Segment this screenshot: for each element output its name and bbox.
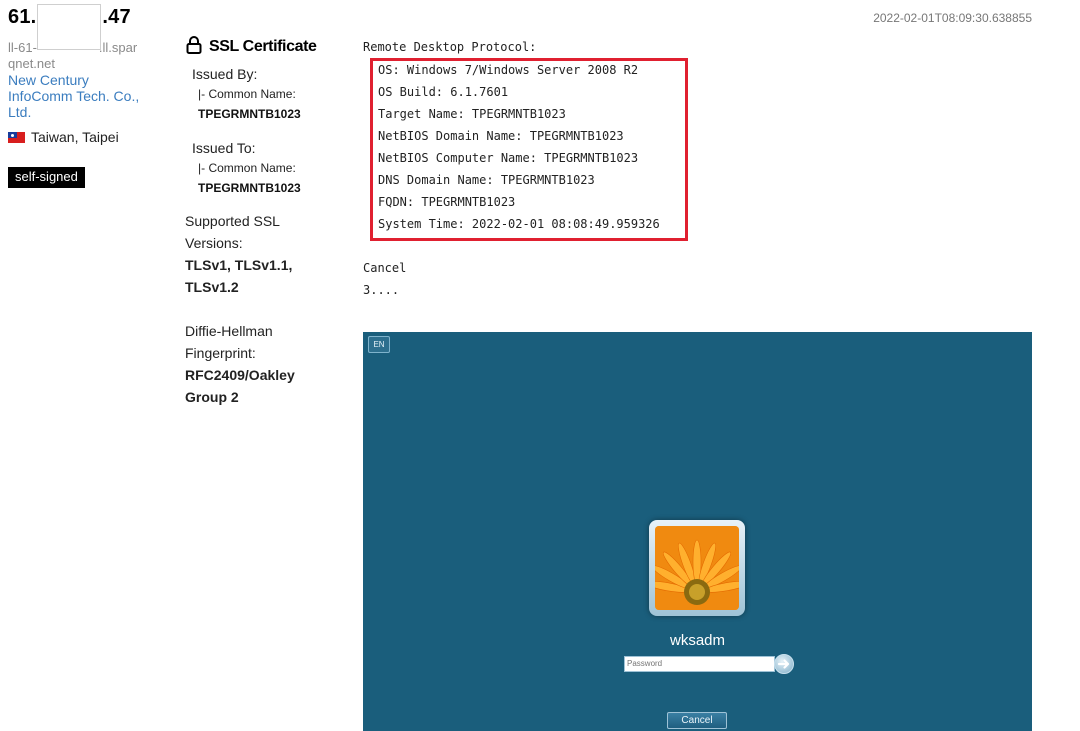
ssl-versions-value: TLSv1.2 xyxy=(185,279,239,295)
lock-icon xyxy=(186,36,202,54)
issued-to-label: Issued To: xyxy=(192,140,256,156)
ssl-certificate-heading: SSL Certificate xyxy=(186,36,317,56)
dh-value: Group 2 xyxy=(185,389,239,405)
username-label: wksadm xyxy=(669,632,725,649)
rdp-progress-text: 3.... xyxy=(363,283,400,297)
user-avatar xyxy=(649,520,745,616)
ip-prefix: 61. xyxy=(8,6,37,28)
rdp-info-line: OS: Windows 7/Windows Server 2008 R2 xyxy=(378,63,639,77)
rdp-info-line: DNS Domain Name: TPEGRMNTB1023 xyxy=(378,173,595,187)
flower-avatar-image xyxy=(655,526,739,610)
dh-label: Fingerprint: xyxy=(185,345,256,361)
password-field[interactable] xyxy=(624,656,775,672)
issued-by-label: Issued By: xyxy=(192,66,258,82)
ssl-versions-value: TLSv1, TLSv1.1, xyxy=(185,257,293,273)
dh-label: Diffie-Hellman xyxy=(185,323,273,339)
submit-arrow-button[interactable] xyxy=(774,654,794,674)
ssl-versions-label: Versions: xyxy=(185,235,243,251)
rdp-info-line: NetBIOS Computer Name: TPEGRMNTB1023 xyxy=(378,151,639,165)
rdp-info-line: System Time: 2022-02-01 08:08:49.959326 xyxy=(378,217,660,231)
rdp-cancel-text: Cancel xyxy=(363,261,407,275)
location-text: Taiwan, Taipei xyxy=(31,129,119,145)
dh-value: RFC2409/Oakley xyxy=(185,367,295,383)
hostname-part: ll-61- xyxy=(8,40,37,55)
flower-icon xyxy=(655,526,739,610)
language-button[interactable]: EN xyxy=(368,336,390,353)
hostname-redaction xyxy=(37,36,99,52)
supported-ssl-versions: Supported SSL Versions: TLSv1, TLSv1.1, … xyxy=(185,210,325,298)
rdp-screenshot: EN wksadm Password Cancel xyxy=(363,332,1032,731)
issued-by-cn-label: |- Common Name: xyxy=(198,87,296,101)
issued-by-cn-value: TPEGRMNTB1023 xyxy=(198,107,301,121)
diffie-hellman: Diffie-Hellman Fingerprint: RFC2409/Oakl… xyxy=(185,320,325,408)
rdp-info-line: NetBIOS Domain Name: TPEGRMNTB1023 xyxy=(378,129,624,143)
arrow-right-icon xyxy=(777,659,790,669)
cancel-button[interactable]: Cancel xyxy=(667,712,727,729)
ip-suffix: .47 xyxy=(102,6,131,28)
hostname: ll-61- .ll.spar qnet.net xyxy=(8,36,148,72)
taiwan-flag-icon xyxy=(8,132,25,143)
hostname-part: .ll.spar xyxy=(98,40,138,55)
scan-timestamp: 2022-02-01T08:09:30.638855 xyxy=(873,11,1032,25)
organization-link[interactable]: New Century InfoComm Tech. Co., Ltd. xyxy=(8,72,148,120)
location: Taiwan, Taipei xyxy=(8,129,119,145)
tag-self-signed[interactable]: self-signed xyxy=(8,167,85,188)
rdp-protocol-label: Remote Desktop Protocol: xyxy=(363,40,537,54)
hostname-part: qnet.net xyxy=(8,56,55,71)
issued-to-cn-value: TPEGRMNTB1023 xyxy=(198,181,301,195)
ssl-title: SSL Certificate xyxy=(209,38,317,55)
issued-to-cn-label: |- Common Name: xyxy=(198,161,296,175)
rdp-info-line: OS Build: 6.1.7601 xyxy=(378,85,509,99)
rdp-info-line: Target Name: TPEGRMNTB1023 xyxy=(378,107,566,121)
rdp-info-line: FQDN: TPEGRMNTB1023 xyxy=(378,195,516,209)
ssl-versions-label: Supported SSL xyxy=(185,213,280,229)
